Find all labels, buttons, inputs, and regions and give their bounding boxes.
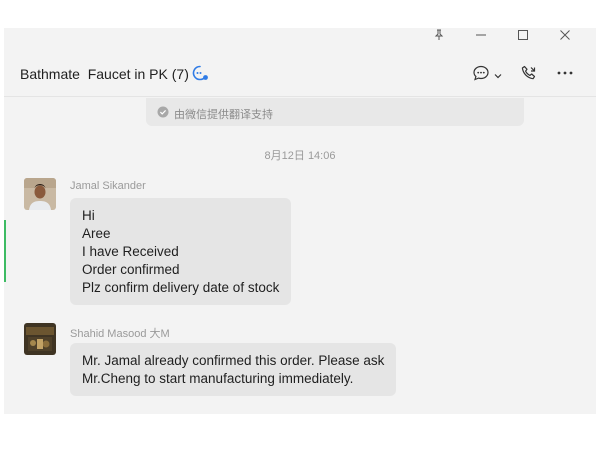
message-bubble[interactable]: Hi Aree I have Received Order confirmed … <box>70 198 292 305</box>
maximize-icon[interactable] <box>502 28 544 46</box>
avatar[interactable] <box>24 323 56 355</box>
chat-menu-button[interactable] <box>472 64 502 87</box>
chat-header: Bathmate Faucet in PK (7) <box>4 52 596 97</box>
chat-window: Bathmate Faucet in PK (7) 由微信提供翻译支持 8月12… <box>4 28 596 414</box>
call-button[interactable] <box>520 64 538 87</box>
sender-name: Shahid Masood 大M <box>70 328 170 340</box>
more-button[interactable] <box>556 64 574 87</box>
more-icon <box>556 64 574 87</box>
check-circle-icon <box>157 106 169 121</box>
message-line: Order confirmed <box>82 262 180 277</box>
unread-marker <box>4 220 6 282</box>
message-line: Mr.Cheng to start manufacturing immediat… <box>82 371 354 386</box>
close-icon[interactable] <box>544 28 586 46</box>
message-line: Plz confirm delivery date of stock <box>82 280 280 295</box>
notice-text: 由微信提供翻译支持 <box>174 109 273 121</box>
avatar[interactable] <box>24 178 56 210</box>
chat-bubble-icon <box>472 64 490 87</box>
chat-title[interactable]: Bathmate Faucet in PK (7) <box>20 66 189 82</box>
call-icon <box>520 64 538 87</box>
pin-icon[interactable] <box>418 28 460 46</box>
message-line: Hi <box>82 208 95 223</box>
message-line: Aree <box>82 226 111 241</box>
sender-name: Jamal Sikander <box>70 180 146 192</box>
translation-notice: 由微信提供翻译支持 <box>146 98 524 126</box>
message-line: Mr. Jamal already confirmed this order. … <box>82 353 385 368</box>
message-timestamp: 8月12日 14:06 <box>264 150 336 162</box>
message-line: I have Received <box>82 244 179 259</box>
minimize-icon[interactable] <box>460 28 502 46</box>
chevron-down-icon <box>494 67 502 85</box>
message-bubble[interactable]: Mr. Jamal already confirmed this order. … <box>70 343 397 396</box>
header-actions <box>454 64 574 87</box>
group-status-icon[interactable] <box>191 64 209 87</box>
window-controls <box>418 28 586 46</box>
